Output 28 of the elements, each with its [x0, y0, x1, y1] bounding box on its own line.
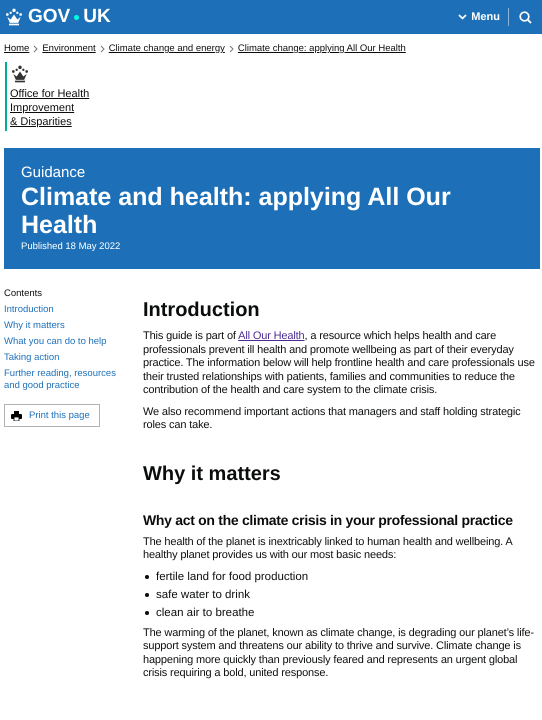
document-type: Guidance: [21, 164, 86, 181]
contents-link[interactable]: Taking action: [4, 352, 126, 364]
contents-link[interactable]: What you can do to help: [4, 336, 126, 348]
govuk-logo-link[interactable]: GOV UK: [4, 6, 111, 28]
contents-link[interactable]: Further reading, resources and good practice: [4, 368, 126, 392]
contents-link[interactable]: Why it matters: [4, 320, 126, 332]
breadcrumb-link[interactable]: Home: [4, 43, 30, 54]
list-item: clean air to breathe: [156, 606, 254, 618]
breadcrumb-link[interactable]: Climate change and energy: [108, 43, 225, 54]
paragraph: The warming of the planet, known as climate change, is degrading our planet’s life-support system and threatens our ability to thrive and survive. Climate change is happening more quickly than previously feared and represents an urgent global crisis requiring a bold, united response.: [143, 626, 535, 680]
inline-link[interactable]: All Our Health: [238, 330, 305, 342]
breadcrumb-link[interactable]: Climate change: applying All Our Health: [238, 43, 406, 54]
section-heading: Why it matters: [143, 462, 282, 486]
paragraph: This guide is part of All Our Health, a resource which helps health and care professionals prevent ill health and promote wellbeing as part of their everyday practice. The information below will help frontline health and care professionals use their trusted relationships with patients, families and communities to reduce the contribution of the health and care system to the climate crisis.: [143, 330, 536, 398]
list-item: safe water to drink: [156, 588, 250, 600]
print-button[interactable]: Print this page: [4, 404, 100, 427]
paragraph: We also recommend important actions that managers and staff holding strategic roles can take.: [143, 406, 522, 432]
subsection-heading: Why act on the climate crisis in your professional practice: [143, 512, 514, 528]
page-title: Climate and health: applying All Our Health: [21, 183, 452, 239]
contents-link[interactable]: Introduction: [4, 304, 126, 316]
contents-heading: Contents: [4, 288, 42, 299]
menu-button[interactable]: Menu: [458, 8, 509, 26]
section-heading: Introduction: [143, 299, 261, 322]
paragraph: The health of the planet is inextricably linked to human health and wellbeing. A healthy planet provides us with our most basic needs:: [143, 536, 514, 562]
list-item: fertile land for food production: [156, 570, 308, 582]
organisation-link[interactable]: Office for Health Improvement & Disparities: [10, 87, 542, 129]
published-date: Published 18 May 2022: [21, 241, 122, 252]
breadcrumb-link[interactable]: Environment: [42, 43, 96, 54]
